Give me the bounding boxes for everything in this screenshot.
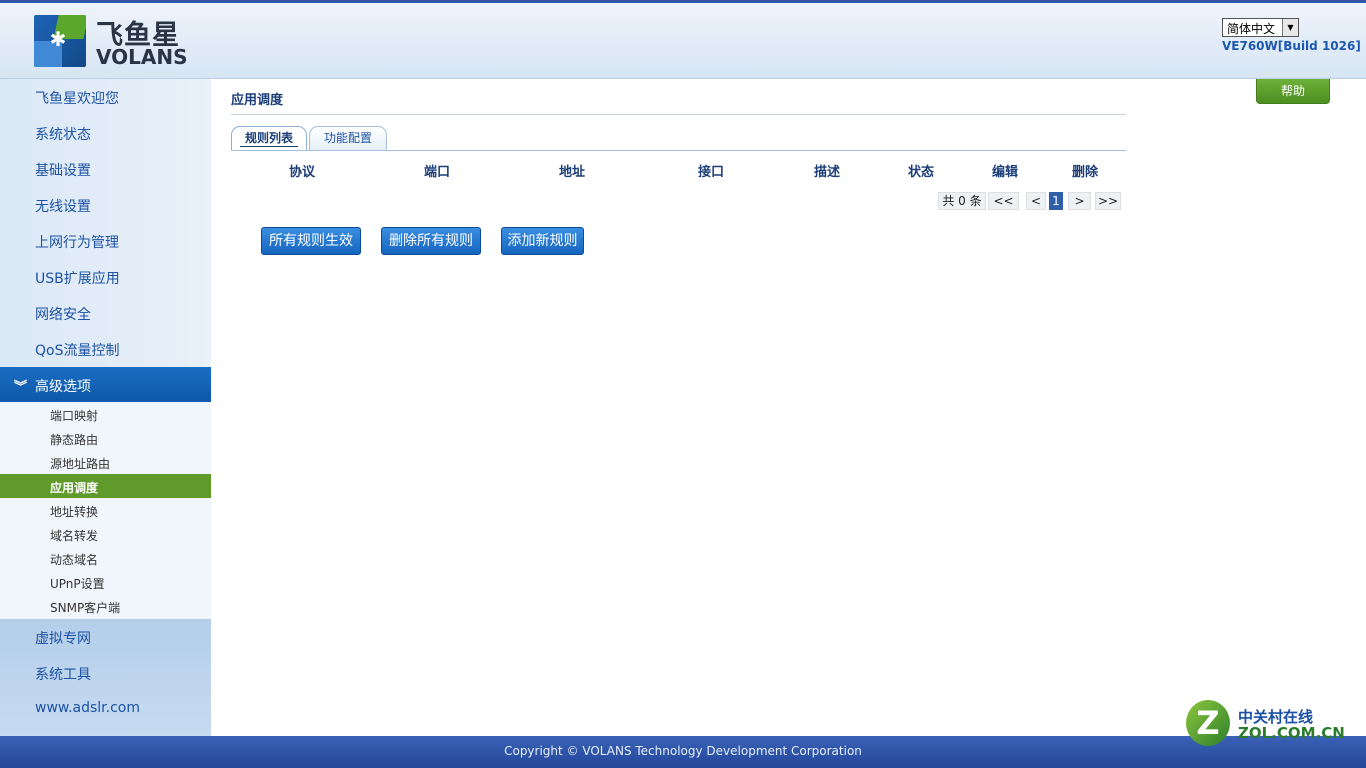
add-rule-button[interactable]: 添加新规则 — [501, 227, 584, 255]
footer: Copyright © VOLANS Technology Developmen… — [0, 736, 1366, 768]
subnav-item-dns-forward[interactable]: 域名转发 — [0, 522, 211, 546]
subnav-item-label: 应用调度 — [50, 481, 99, 495]
subnav-item-label: 静态路由 — [50, 433, 99, 447]
sidebar-item-welcome[interactable]: 飞鱼星欢迎您 — [0, 79, 211, 115]
watermark-en: ZOL.COM.CN — [1238, 724, 1345, 742]
sidebar-item-label: 系统工具 — [35, 667, 91, 683]
help-button[interactable]: 帮助 — [1256, 79, 1330, 104]
column-header-interface: 接口 — [698, 165, 725, 180]
subnav-item-source-route[interactable]: 源地址路由 — [0, 450, 211, 474]
subnav-item-app-scheduling[interactable]: 应用调度 — [0, 474, 211, 498]
column-header-protocol: 协议 — [289, 165, 316, 180]
pagination-next-button[interactable]: > — [1068, 192, 1091, 210]
sidebar-item-advanced[interactable]: ︾ 高级选项 — [0, 367, 211, 403]
subnav-item-label: 地址转换 — [50, 505, 99, 519]
sidebar-item-wireless[interactable]: 无线设置 — [0, 187, 211, 223]
column-header-port: 端口 — [424, 165, 451, 180]
subnav-item-ddns[interactable]: 动态域名 — [0, 546, 211, 570]
sidebar-item-behavior-management[interactable]: 上网行为管理 — [0, 223, 211, 259]
column-header-address: 地址 — [559, 165, 586, 180]
copyright-text: Copyright © VOLANS Technology Developmen… — [504, 744, 862, 758]
subnav-item-port-mapping[interactable]: 端口映射 — [0, 402, 211, 426]
subnav-item-label: 端口映射 — [50, 409, 99, 423]
column-header-description: 描述 — [814, 165, 841, 180]
sidebar-item-usb[interactable]: USB扩展应用 — [0, 259, 211, 295]
language-select-value: 简体中文 — [1227, 22, 1276, 36]
column-header-delete: 删除 — [1072, 165, 1099, 180]
header: ✱ 飞鱼星 VOLANS 简体中文 ▼ VE760W[Build 1026] — [0, 3, 1366, 79]
subnav-item-label: 源地址路由 — [50, 457, 111, 471]
zol-watermark: Z 中关村在线 ZOL.COM.CN — [1186, 700, 1356, 748]
pagination-prev-button[interactable]: < — [1026, 192, 1046, 210]
subnav-item-static-route[interactable]: 静态路由 — [0, 426, 211, 450]
double-chevron-down-icon: ︾ — [14, 380, 28, 395]
main-content: 应用调度 规则列表 功能配置 协议 端口 地址 接口 描述 状态 编辑 删除 共… — [231, 79, 1126, 736]
sidebar-item-qos[interactable]: QoS流量控制 — [0, 331, 211, 367]
sidebar-item-label: 系统状态 — [35, 127, 91, 143]
tab-label: 规则列表 — [244, 131, 293, 145]
sidebar-item-label: 网络安全 — [35, 307, 91, 323]
apply-all-rules-button[interactable]: 所有规则生效 — [261, 227, 361, 255]
sidebar-item-label: 无线设置 — [35, 199, 91, 215]
chevron-down-icon[interactable]: ▼ — [1282, 19, 1298, 36]
tab-label: 功能配置 — [323, 131, 372, 145]
subnav-item-label: 域名转发 — [50, 529, 99, 543]
sidebar-item-label: www.adslr.com — [35, 700, 140, 716]
tab-divider — [231, 150, 1126, 151]
pagination-total: 共 0 条 — [938, 192, 986, 210]
divider — [231, 114, 1126, 115]
subnav-item-label: SNMP客户端 — [50, 601, 121, 615]
volans-logo: ✱ 飞鱼星 VOLANS — [34, 15, 194, 70]
sidebar-item-vpn[interactable]: 虚拟专网 — [0, 619, 211, 655]
page-title: 应用调度 — [231, 93, 284, 108]
sidebar-item-label: 虚拟专网 — [35, 631, 91, 647]
sidebar-item-label: 高级选项 — [35, 379, 91, 395]
sidebar-item-label: USB扩展应用 — [35, 271, 120, 287]
delete-all-rules-button[interactable]: 删除所有规则 — [381, 227, 481, 255]
column-header-edit: 编辑 — [992, 165, 1019, 180]
subnav-item-label: 动态域名 — [50, 553, 99, 567]
language-select[interactable]: 简体中文 ▼ — [1222, 18, 1299, 37]
advanced-submenu: 端口映射 静态路由 源地址路由 应用调度 地址转换 域名转发 动态域名 UPnP… — [0, 402, 211, 619]
sidebar-item-label: 上网行为管理 — [35, 235, 119, 251]
sidebar-item-security[interactable]: 网络安全 — [0, 295, 211, 331]
sidebar-item-basic-settings[interactable]: 基础设置 — [0, 151, 211, 187]
subnav-item-nat[interactable]: 地址转换 — [0, 498, 211, 522]
subnav-item-snmp[interactable]: SNMP客户端 — [0, 594, 211, 618]
sidebar-item-label: 基础设置 — [35, 163, 91, 179]
column-header-status: 状态 — [908, 165, 935, 180]
sidebar-link-website[interactable]: www.adslr.com — [0, 691, 211, 727]
sidebar-item-label: 飞鱼星欢迎您 — [35, 91, 119, 107]
logo-mark-icon: ✱ — [34, 15, 86, 67]
firmware-version: VE760W[Build 1026] — [1222, 39, 1361, 53]
pagination-first-button[interactable]: << — [988, 192, 1019, 210]
subnav-item-upnp[interactable]: UPnP设置 — [0, 570, 211, 594]
sidebar-item-system-status[interactable]: 系统状态 — [0, 115, 211, 151]
sidebar-item-label: QoS流量控制 — [35, 343, 120, 359]
zol-logo-icon: Z — [1186, 700, 1230, 746]
pagination-last-button[interactable]: >> — [1095, 192, 1121, 210]
tab-rule-list[interactable]: 规则列表 — [231, 126, 307, 150]
brand-en: VOLANS — [96, 45, 188, 69]
sidebar: 飞鱼星欢迎您 系统状态 基础设置 无线设置 上网行为管理 USB扩展应用 网络安… — [0, 79, 211, 736]
sidebar-item-system-tools[interactable]: 系统工具 — [0, 655, 211, 691]
tab-function-config[interactable]: 功能配置 — [309, 126, 387, 150]
subnav-item-label: UPnP设置 — [50, 577, 105, 591]
sidebar-lower: 虚拟专网 系统工具 www.adslr.com — [0, 619, 211, 736]
pagination-current-page[interactable]: 1 — [1049, 192, 1063, 210]
